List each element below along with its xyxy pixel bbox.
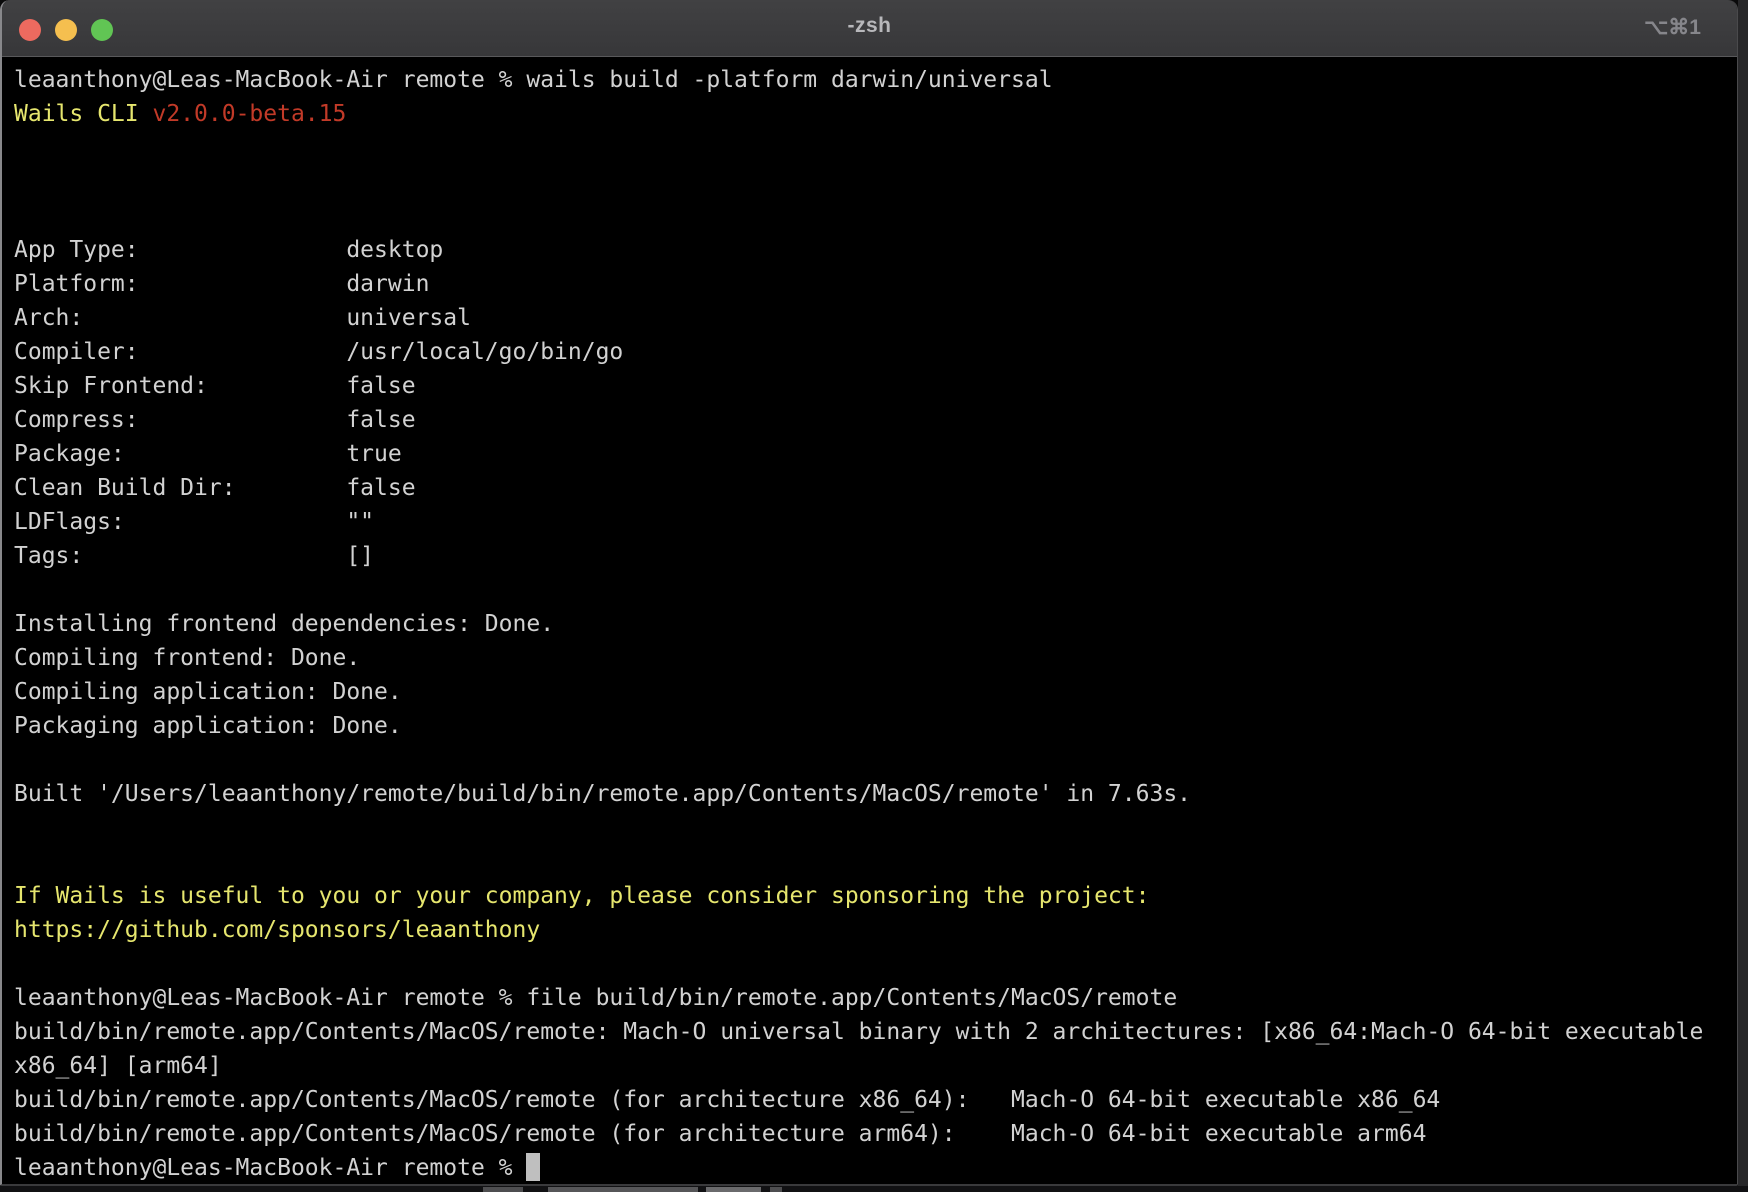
terminal-line: build/bin/remote.app/Contents/MacOS/remo… <box>14 1083 1737 1117</box>
terminal-line: Clean Build Dir: false <box>14 471 1737 505</box>
background-window-fragment <box>706 1187 761 1192</box>
terminal-line <box>14 165 1737 199</box>
terminal-line: Tags: [] <box>14 539 1737 573</box>
titlebar[interactable]: -zsh ⌥⌘1 <box>2 0 1737 57</box>
terminal-line: Compiling application: Done. <box>14 675 1737 709</box>
terminal-output[interactable]: leaanthony@Leas-MacBook-Air remote % wai… <box>2 57 1737 1185</box>
terminal-line: Package: true <box>14 437 1737 471</box>
terminal-line: Built '/Users/leaanthony/remote/build/bi… <box>14 777 1737 811</box>
terminal-line: Compress: false <box>14 403 1737 437</box>
terminal-line: If Wails is useful to you or your compan… <box>14 879 1737 913</box>
terminal-line <box>14 131 1737 165</box>
terminal-line: App Type: desktop <box>14 233 1737 267</box>
desktop-background-right <box>1738 0 1748 1192</box>
terminal-line: https://github.com/sponsors/leaanthony <box>14 913 1737 947</box>
window-shortcut-badge: ⌥⌘1 <box>1644 15 1701 40</box>
terminal-line: Arch: universal <box>14 301 1737 335</box>
terminal-line: Wails CLI v2.0.0-beta.15 <box>14 97 1737 131</box>
terminal-line: x86_64] [arm64] <box>14 1049 1737 1083</box>
desktop-background-bottom <box>0 1186 1748 1192</box>
text-cursor <box>526 1153 540 1181</box>
terminal-line: Packaging application: Done. <box>14 709 1737 743</box>
terminal-line: build/bin/remote.app/Contents/MacOS/remo… <box>14 1015 1737 1049</box>
terminal-line: leaanthony@Leas-MacBook-Air remote % fil… <box>14 981 1737 1015</box>
terminal-line: Compiler: /usr/local/go/bin/go <box>14 335 1737 369</box>
background-window-fragment <box>770 1187 782 1192</box>
terminal-line: Compiling frontend: Done. <box>14 641 1737 675</box>
terminal-line: Installing frontend dependencies: Done. <box>14 607 1737 641</box>
terminal-line: leaanthony@Leas-MacBook-Air remote % wai… <box>14 63 1737 97</box>
terminal-line <box>14 947 1737 981</box>
terminal-line <box>14 199 1737 233</box>
background-window-fragment <box>483 1187 523 1192</box>
terminal-line: Platform: darwin <box>14 267 1737 301</box>
terminal-line <box>14 811 1737 845</box>
terminal-line <box>14 573 1737 607</box>
terminal-line <box>14 845 1737 879</box>
terminal-line: Skip Frontend: false <box>14 369 1737 403</box>
terminal-line: leaanthony@Leas-MacBook-Air remote % <box>14 1151 1737 1185</box>
background-window-fragment <box>548 1187 698 1192</box>
terminal-line: build/bin/remote.app/Contents/MacOS/remo… <box>14 1117 1737 1151</box>
terminal-line <box>14 743 1737 777</box>
terminal-line: LDFlags: "" <box>14 505 1737 539</box>
window-title: -zsh <box>2 14 1737 38</box>
terminal-window: -zsh ⌥⌘1 leaanthony@Leas-MacBook-Air rem… <box>0 0 1738 1186</box>
